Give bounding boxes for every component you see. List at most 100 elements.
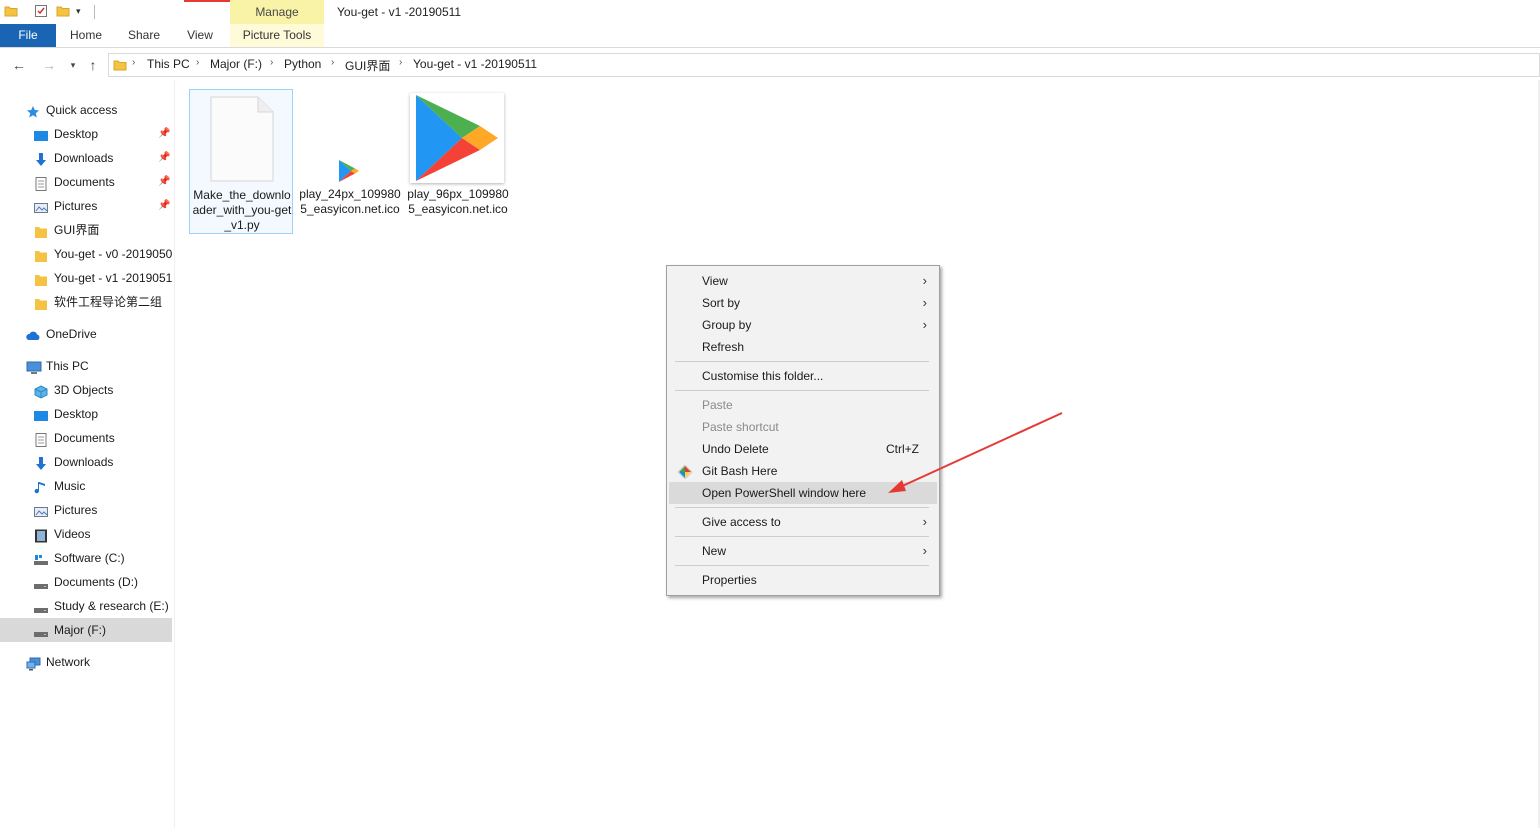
folder-icon[interactable] <box>4 4 18 18</box>
back-icon[interactable]: ← <box>10 56 28 74</box>
chevron-down-icon[interactable]: ▾ <box>76 4 90 18</box>
pane-divider[interactable] <box>174 80 175 828</box>
menu-separator <box>675 361 929 362</box>
tab-share[interactable]: Share <box>120 24 168 47</box>
pin-icon[interactable]: 📌 <box>158 194 170 218</box>
music-icon <box>34 479 48 494</box>
sidebar-item-onedrive[interactable]: OneDrive <box>0 322 172 346</box>
manage-context-tab[interactable]: Manage <box>230 0 324 24</box>
window-title: You-get - v1 -20190511 <box>337 5 462 19</box>
sidebar-item-this-pc[interactable]: This PC <box>0 354 172 378</box>
qat-divider <box>94 5 95 19</box>
menu-item-group-by[interactable]: Group by › <box>669 314 937 336</box>
ribbon-tabs: File Home Share View Picture Tools <box>0 24 1540 48</box>
play-store-icon <box>337 159 361 186</box>
sidebar-item-label: 软件工程导论第二组 <box>54 295 163 309</box>
sidebar-item-you-get-v1[interactable]: You-get - v1 -20190511 <box>0 266 172 290</box>
up-icon[interactable]: ↑ <box>84 56 102 74</box>
breadcrumb-chevron-icon[interactable]: › <box>196 57 199 68</box>
sidebar-item-label: Major (F:) <box>54 623 106 637</box>
sidebar-item-desktop[interactable]: Desktop 📌 <box>0 122 172 146</box>
folder-icon <box>34 223 48 238</box>
breadcrumb-chevron-icon[interactable]: › <box>399 57 402 68</box>
forward-icon[interactable]: → <box>40 56 58 74</box>
sidebar-item-label: You-get - v0 -20190507 <box>54 247 172 261</box>
sidebar-item-label: Documents <box>54 431 115 445</box>
menu-item-give-access[interactable]: Give access to › <box>669 511 937 533</box>
sidebar-item-label: Software (C:) <box>54 551 125 565</box>
pin-icon[interactable]: 📌 <box>158 146 170 170</box>
sidebar-item-gui[interactable]: GUI界面 <box>0 218 172 242</box>
sidebar-item-videos[interactable]: Videos <box>0 522 172 546</box>
menu-item-label: Customise this folder... <box>702 369 824 383</box>
menu-item-label: Paste <box>702 398 733 412</box>
title-bar: ▾ Manage You-get - v1 -20190511 <box>0 0 1540 24</box>
desktop-icon <box>34 407 48 421</box>
breadcrumb-chevron-icon[interactable]: › <box>331 57 334 68</box>
desktop-icon <box>34 127 48 141</box>
sidebar-item-drive-d[interactable]: Documents (D:) <box>0 570 172 594</box>
recent-locations-icon[interactable]: ▾ <box>64 56 82 74</box>
new-folder-icon[interactable] <box>56 4 70 18</box>
sidebar-item-drive-c[interactable]: Software (C:) <box>0 546 172 570</box>
file-item-ico-96[interactable]: play_96px_1099805_easyicon.net.ico <box>406 89 510 234</box>
menu-separator <box>675 536 929 537</box>
computer-icon <box>26 359 42 374</box>
sidebar-item-label: Desktop <box>54 127 99 141</box>
folder-icon <box>34 271 48 286</box>
pin-icon[interactable]: 📌 <box>158 122 170 146</box>
breadcrumb-chevron-icon[interactable]: › <box>270 57 273 68</box>
document-icon <box>34 175 48 191</box>
menu-item-view[interactable]: View › <box>669 270 937 292</box>
sidebar-item-you-get-v0[interactable]: You-get - v0 -20190507 <box>0 242 172 266</box>
sidebar-item-quick-access[interactable]: Quick access <box>0 98 172 122</box>
pin-icon[interactable]: 📌 <box>158 170 170 194</box>
breadcrumb-python[interactable]: Python <box>284 57 321 71</box>
sidebar-item-drive-e[interactable]: Study & research (E:) <box>0 594 172 618</box>
chevron-right-icon: › <box>922 514 927 529</box>
sidebar-item-pc-downloads[interactable]: Downloads <box>0 450 172 474</box>
tab-picture-tools[interactable]: Picture Tools <box>230 24 324 47</box>
menu-item-sort-by[interactable]: Sort by › <box>669 292 937 314</box>
menu-item-new[interactable]: New › <box>669 540 937 562</box>
play-store-icon <box>410 93 504 183</box>
sidebar-item-label: Music <box>54 479 86 493</box>
menu-item-customise[interactable]: Customise this folder... <box>669 365 937 387</box>
sidebar-item-software-eng[interactable]: 软件工程导论第二组 <box>0 290 172 314</box>
chevron-right-icon: › <box>922 543 927 558</box>
breadcrumb-this-pc[interactable]: This PC <box>147 57 190 71</box>
tab-view[interactable]: View <box>176 24 224 47</box>
breadcrumb-gui[interactable]: GUI界面 <box>345 57 390 74</box>
menu-item-label: Group by <box>702 318 752 332</box>
drive-icon <box>34 623 48 637</box>
system-drive-icon <box>34 551 48 565</box>
chevron-right-icon: › <box>922 295 927 310</box>
menu-item-refresh[interactable]: Refresh <box>669 336 937 358</box>
breadcrumb-current-folder[interactable]: You-get - v1 -20190511 <box>413 57 537 71</box>
sidebar-item-label: Videos <box>54 527 91 541</box>
properties-icon[interactable] <box>34 4 48 18</box>
file-item-py[interactable]: Make_the_downloader_with_you-get_v1.py <box>189 89 293 234</box>
sidebar-item-downloads[interactable]: Downloads 📌 <box>0 146 172 170</box>
sidebar-item-3d-objects[interactable]: 3D Objects <box>0 378 172 402</box>
sidebar-item-pc-pictures[interactable]: Pictures <box>0 498 172 522</box>
sidebar-item-music[interactable]: Music <box>0 474 172 498</box>
network-icon <box>26 655 41 671</box>
tab-file[interactable]: File <box>0 24 56 47</box>
tab-home[interactable]: Home <box>62 24 110 47</box>
folder-icon <box>113 58 127 75</box>
breadcrumb-major-f[interactable]: Major (F:) <box>210 57 262 71</box>
address-bar[interactable]: › This PC › Major (F:) › Python › GUI界面 … <box>108 53 1540 77</box>
sidebar-item-drive-f[interactable]: Major (F:) <box>0 618 172 642</box>
menu-item-properties[interactable]: Properties <box>669 569 937 591</box>
sidebar-item-pc-documents[interactable]: Documents <box>0 426 172 450</box>
sidebar-item-network[interactable]: Network <box>0 650 172 674</box>
sidebar-item-documents[interactable]: Documents 📌 <box>0 170 172 194</box>
file-item-ico-24[interactable]: play_24px_1099805_easyicon.net.ico <box>298 89 402 234</box>
sidebar-item-label: Pictures <box>54 503 98 517</box>
sidebar-item-pc-desktop[interactable]: Desktop <box>0 402 172 426</box>
breadcrumb-chevron-icon[interactable]: › <box>132 57 135 68</box>
sidebar-item-pictures[interactable]: Pictures 📌 <box>0 194 172 218</box>
download-icon <box>34 151 48 166</box>
video-icon <box>34 527 48 543</box>
